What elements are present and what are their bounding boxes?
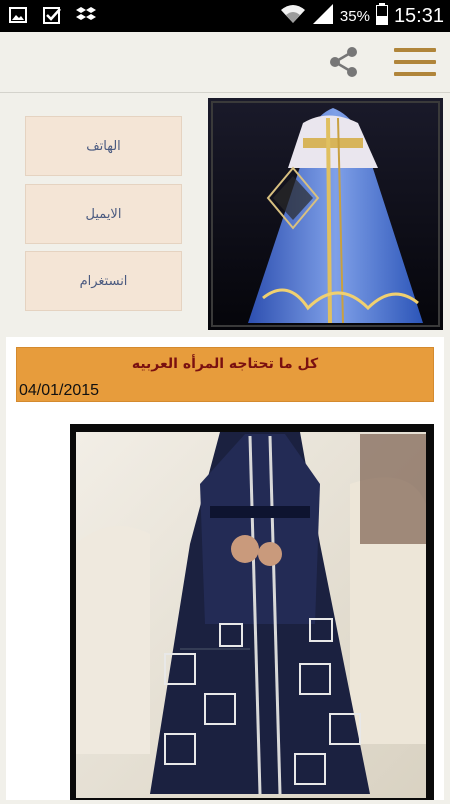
hero-dress-image [208,98,443,330]
clock: 15:31 [393,4,444,27]
instagram-button[interactable]: انستغرام [25,251,182,311]
email-button-label: الايميل [85,206,122,222]
post-header: كل ما تحتاجه المرأه العربيه 04/01/2015 [16,347,434,402]
phone-button[interactable]: الهاتف [25,116,182,176]
hamburger-menu-icon[interactable] [394,48,436,76]
checkbox-icon [42,5,62,25]
status-bar: 35% 15:31 [0,0,450,32]
image-icon [8,5,28,25]
signal-icon [312,3,334,29]
action-bar [0,32,450,93]
battery-icon [375,3,388,29]
wifi-icon [280,3,306,29]
post-image[interactable] [70,424,434,800]
post-title: كل ما تحتاجه المرأه العربيه [131,356,319,372]
phone-button-label: الهاتف [86,138,121,154]
instagram-button-label: انستغرام [79,273,128,289]
share-icon[interactable] [328,46,360,78]
battery-percent: 35% [339,7,370,25]
post-card[interactable]: كل ما تحتاجه المرأه العربيه 04/01/2015 [6,337,444,800]
post-date: 04/01/2015 [19,382,100,399]
email-button[interactable]: الايميل [25,184,182,244]
dropbox-icon [76,5,96,25]
